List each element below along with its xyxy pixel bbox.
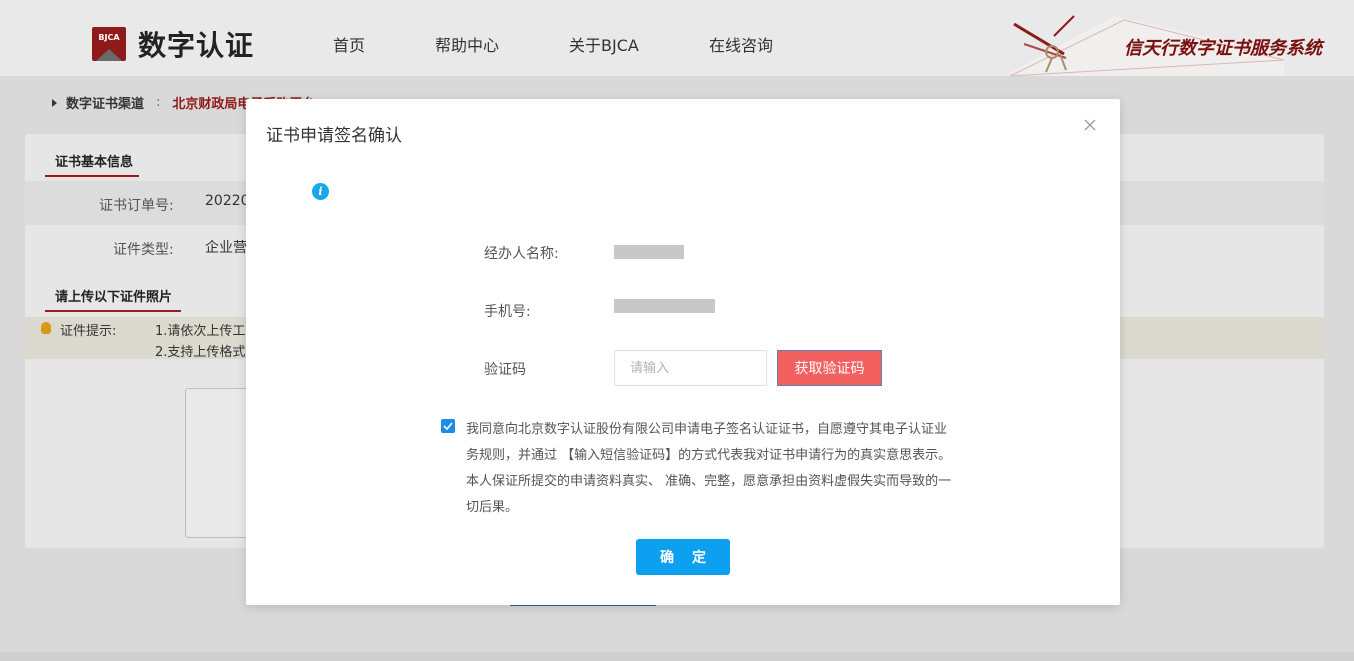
agreement-text: 我同意向北京数字认证股份有限公司申请电子签名认证证书，自愿遵守其电子认证业务规则…: [466, 422, 952, 515]
close-icon[interactable]: [1082, 117, 1098, 133]
confirm-button[interactable]: 确定: [636, 539, 730, 575]
verification-code-input[interactable]: [614, 350, 767, 386]
operator-name-label: 经办人名称:: [484, 246, 559, 262]
code-label: 验证码: [484, 362, 526, 378]
operator-name-masked: [614, 245, 684, 259]
info-icon: i: [312, 183, 329, 200]
logo-badge-text: BJCA: [98, 33, 120, 42]
signature-confirm-dialog: 证书申请签名确认 i 经办人名称: 手机号: 验证码 获取验证码 我同意向北京数…: [246, 99, 1120, 605]
agree-checkbox[interactable]: [441, 419, 455, 433]
get-code-button[interactable]: 获取验证码: [777, 350, 882, 386]
dialog-title: 证书申请签名确认: [266, 126, 402, 146]
phone-masked: [614, 299, 715, 313]
phone-label: 手机号:: [484, 304, 531, 320]
check-icon: [443, 422, 453, 430]
